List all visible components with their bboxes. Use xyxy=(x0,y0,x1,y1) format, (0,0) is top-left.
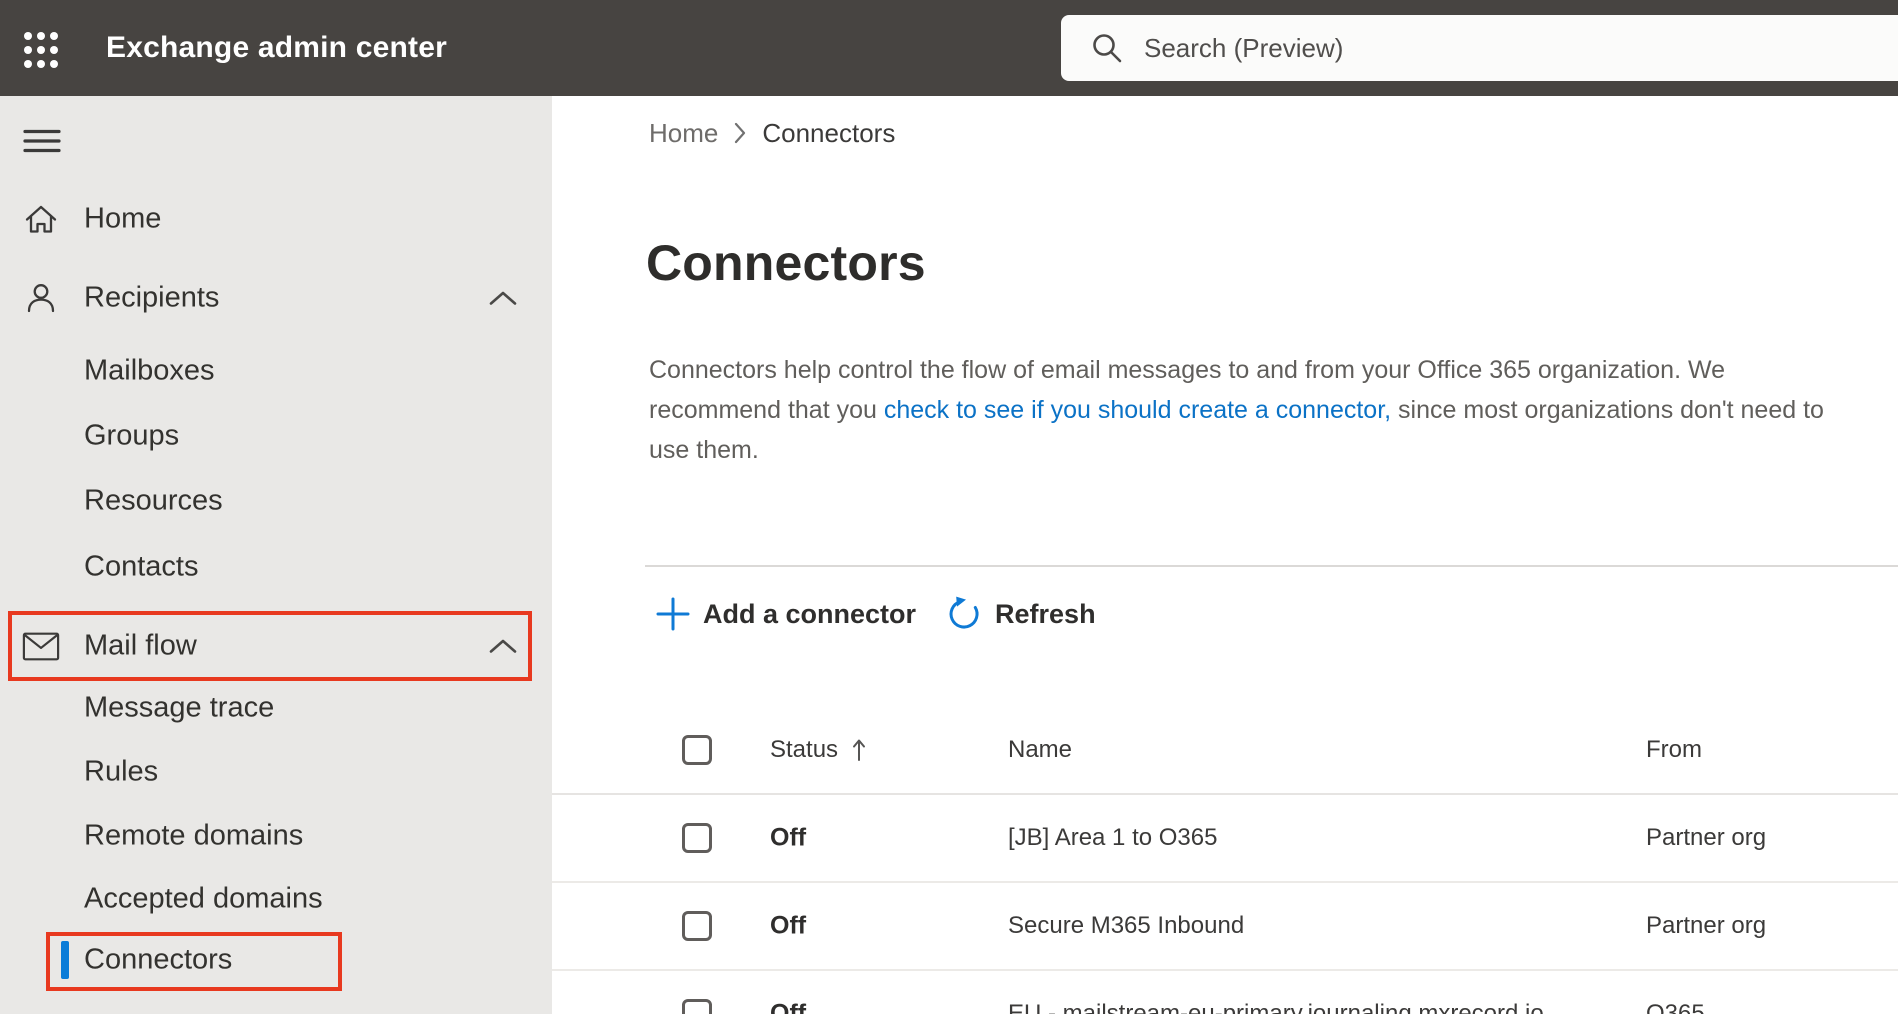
cell-from: O365 xyxy=(1646,1000,1705,1014)
row-checkbox[interactable] xyxy=(682,823,712,853)
sidebar-item-label: Accepted domains xyxy=(84,882,323,915)
sidebar-item-label: Resources xyxy=(84,484,223,517)
chevron-up-icon[interactable] xyxy=(488,637,518,655)
sidebar-item-label: Recipients xyxy=(84,281,220,314)
sidebar-item-resources[interactable]: Resources xyxy=(0,479,552,523)
left-nav: Home Recipients Mailboxes Groups Resourc… xyxy=(0,96,552,1014)
sidebar-item-recipients[interactable]: Recipients xyxy=(0,276,552,320)
sidebar-item-message-trace[interactable]: Message trace xyxy=(0,686,552,730)
sort-ascending-icon xyxy=(852,737,866,763)
sidebar-item-home[interactable]: Home xyxy=(0,197,552,241)
column-header-from[interactable]: From xyxy=(1646,736,1702,764)
cell-name[interactable]: Secure M365 Inbound xyxy=(1008,912,1244,940)
refresh-label: Refresh xyxy=(995,598,1096,629)
cell-from: Partner org xyxy=(1646,912,1767,939)
refresh-button[interactable]: Refresh xyxy=(946,596,1096,632)
sidebar-item-remote-domains[interactable]: Remote domains xyxy=(0,814,552,858)
column-header-status[interactable]: Status xyxy=(770,736,866,764)
page-title: Connectors xyxy=(646,235,926,291)
plus-icon xyxy=(656,597,690,631)
row-checkbox[interactable] xyxy=(682,911,712,941)
sidebar-item-connectors[interactable]: Connectors xyxy=(0,938,552,982)
add-connector-label: Add a connector xyxy=(703,598,917,629)
table-header-row: Status Name From xyxy=(552,725,1898,775)
refresh-icon xyxy=(946,596,982,632)
chevron-up-icon[interactable] xyxy=(488,289,518,307)
waffle-icon xyxy=(22,29,62,71)
toolbar-divider xyxy=(645,565,1898,567)
sidebar-item-mail-flow[interactable]: Mail flow xyxy=(0,624,552,668)
sidebar-item-label: Message trace xyxy=(84,691,275,724)
breadcrumb-home-link[interactable]: Home xyxy=(649,118,718,149)
cell-name[interactable]: EU - mailstream-eu-primary.journaling.mx… xyxy=(1008,1000,1544,1014)
breadcrumb: Home Connectors xyxy=(649,113,895,153)
cell-from: Partner org xyxy=(1646,824,1767,851)
sidebar-item-label: Remote domains xyxy=(84,819,304,852)
page-description: Connectors help control the flow of emai… xyxy=(649,350,1854,470)
hamburger-icon xyxy=(23,129,63,153)
column-header-status-label: Status xyxy=(770,736,839,763)
nav-collapse-button[interactable] xyxy=(21,126,65,156)
mail-icon xyxy=(22,627,60,665)
sidebar-item-accepted-domains[interactable]: Accepted domains xyxy=(0,877,552,921)
cell-status: Off xyxy=(770,999,807,1014)
exchange-admin-center-window: Exchange admin center Search (Preview) H… xyxy=(0,0,1898,1014)
search-input[interactable] xyxy=(1142,31,1786,65)
row-checkbox[interactable] xyxy=(682,999,712,1014)
create-connector-check-link[interactable]: check to see if you should create a conn… xyxy=(884,396,1391,424)
search-icon xyxy=(1061,30,1125,66)
table-row[interactable]: Off [JB] Area 1 to O365 Partner org xyxy=(552,795,1898,883)
sidebar-item-label: Connectors xyxy=(84,943,233,976)
select-all-checkbox[interactable] xyxy=(682,735,712,765)
cell-status: Off xyxy=(770,823,807,852)
add-connector-button[interactable]: Add a connector xyxy=(656,597,916,631)
sidebar-item-label: Home xyxy=(84,202,162,235)
sidebar-item-rules[interactable]: Rules xyxy=(0,750,552,794)
table-row[interactable]: Off Secure M365 Inbound Partner org xyxy=(552,883,1898,971)
app-title: Exchange admin center xyxy=(106,31,447,64)
top-app-bar: Exchange admin center xyxy=(0,0,1898,96)
column-header-name[interactable]: Name xyxy=(1008,736,1072,764)
connectors-table-body: Off [JB] Area 1 to O365 Partner org Off … xyxy=(552,793,1898,1014)
breadcrumb-current: Connectors xyxy=(762,117,896,148)
person-icon xyxy=(22,279,60,317)
home-icon xyxy=(22,200,60,238)
cell-name[interactable]: [JB] Area 1 to O365 xyxy=(1008,824,1217,852)
chevron-right-icon xyxy=(733,121,747,145)
sidebar-item-label: Groups xyxy=(84,419,180,452)
sidebar-item-label: Mailboxes xyxy=(84,354,215,387)
sidebar-item-mailboxes[interactable]: Mailboxes xyxy=(0,349,552,393)
content-area: Home Connectors Connectors Connectors he… xyxy=(552,96,1898,1014)
sidebar-item-groups[interactable]: Groups xyxy=(0,414,552,458)
command-bar: Add a connector Refresh xyxy=(656,588,1096,640)
sidebar-item-label: Rules xyxy=(84,755,159,788)
sidebar-item-label: Mail flow xyxy=(84,629,197,662)
global-search[interactable] xyxy=(1061,15,1898,81)
sidebar-item-contacts[interactable]: Contacts xyxy=(0,545,552,589)
cell-status: Off xyxy=(770,911,807,940)
app-launcher-button[interactable] xyxy=(20,27,64,71)
table-row[interactable]: Off EU - mailstream-eu-primary.journalin… xyxy=(552,971,1898,1014)
sidebar-item-label: Contacts xyxy=(84,550,199,583)
